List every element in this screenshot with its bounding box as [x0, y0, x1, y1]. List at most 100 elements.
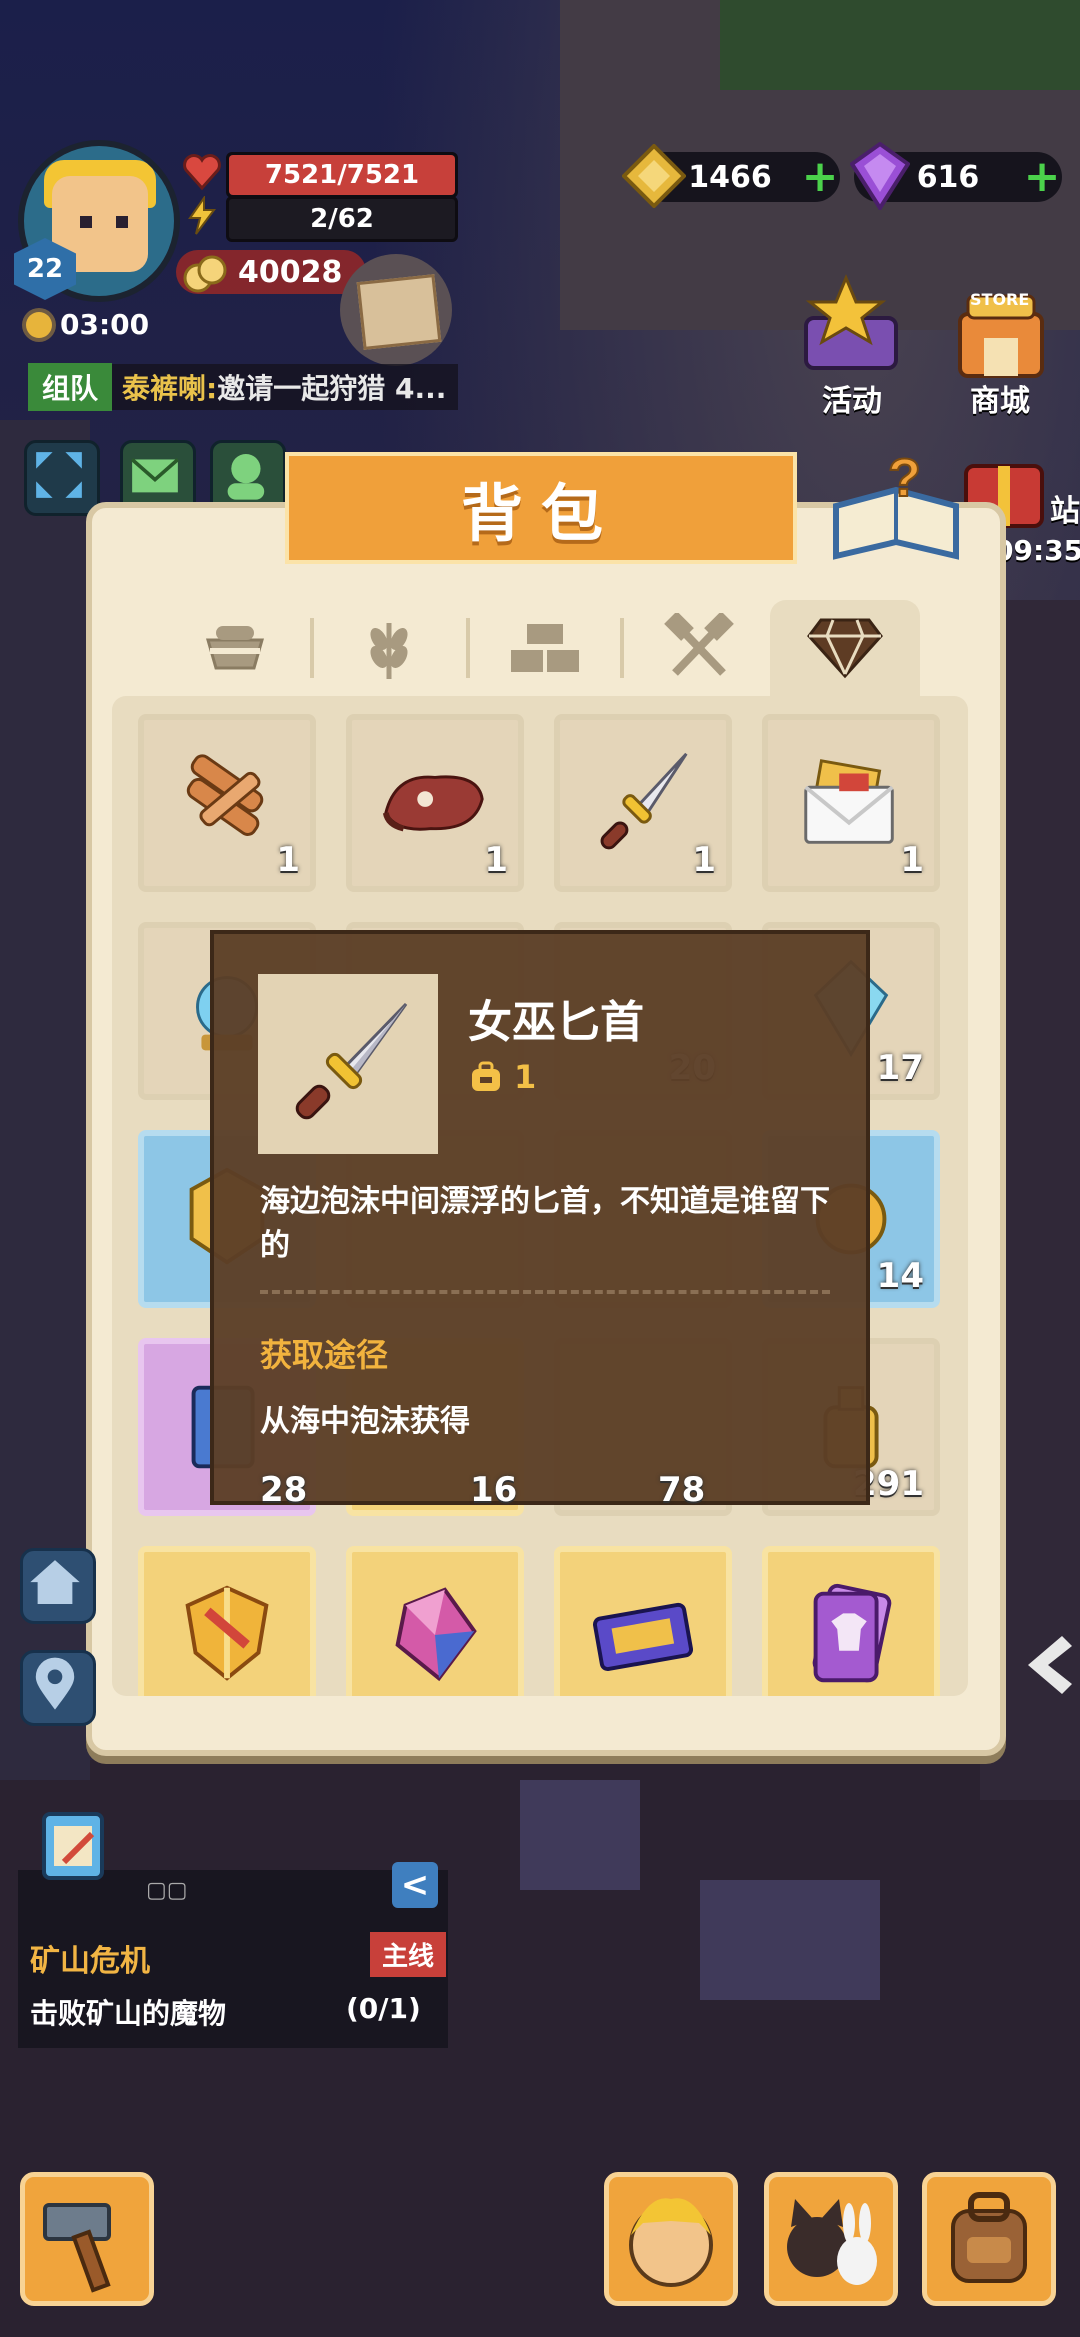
- character-portrait-icon: [629, 2198, 713, 2287]
- coin-pile-icon: [183, 255, 227, 293]
- hp-value: 7521/7521: [264, 160, 420, 190]
- tooltip-divider: [260, 1290, 830, 1294]
- item-count: 1: [484, 840, 508, 880]
- tab-tools[interactable]: [624, 600, 774, 696]
- scroll-right-button[interactable]: [1022, 1630, 1078, 1700]
- tab-crops[interactable]: [314, 600, 464, 696]
- add-gem-button[interactable]: +: [1022, 155, 1062, 199]
- tooltip-owned: 1: [468, 1058, 536, 1096]
- svg-text:?: ?: [888, 448, 921, 508]
- tooltip-source-title: 获取途径: [260, 1336, 389, 1374]
- tooltip-description: 海边泡沫中间漂浮的匕首，不知道是谁留下的: [260, 1184, 830, 1263]
- fullscreen-button[interactable]: [24, 440, 100, 516]
- pets-icon: [787, 2199, 877, 2285]
- inventory-slot[interactable]: [138, 1546, 316, 1696]
- tooltip-owned-count: 1: [514, 1058, 537, 1096]
- hammer-icon: [43, 2203, 111, 2293]
- inventory-slot[interactable]: 1: [554, 714, 732, 892]
- backpack-tabs: [160, 600, 930, 696]
- sun-icon: [26, 311, 52, 338]
- expand-icon: [36, 452, 82, 498]
- lightning-icon: [188, 196, 216, 235]
- avatar-eye: [116, 216, 128, 228]
- location-button[interactable]: [20, 1650, 96, 1726]
- treasure-map-button[interactable]: [340, 254, 452, 366]
- item-tooltip: 女巫匕首 1 海边泡沫中间漂浮的匕首，不知道是谁留下的 获取途径 从海中泡沫获得: [210, 930, 870, 1505]
- quest-collapse-button[interactable]: <: [392, 1862, 438, 1908]
- tools-icon: [664, 613, 734, 676]
- inventory-slot[interactable]: [554, 1546, 732, 1696]
- item-count: 17: [876, 1048, 924, 1088]
- gold-diamond-icon: [622, 144, 686, 208]
- quest-description: 击败矿山的魔物: [30, 1997, 227, 2030]
- backpack-bag-icon: [951, 2192, 1027, 2283]
- friends-icon: [227, 453, 265, 500]
- team-tag: 组队: [28, 363, 113, 411]
- pets-button[interactable]: [764, 2172, 898, 2306]
- item-count: 14: [876, 1256, 924, 1296]
- events-button[interactable]: [796, 272, 906, 382]
- quest-progress: (0/1): [346, 1992, 421, 2025]
- shield-icon: [185, 1585, 269, 1681]
- shop-label: 商城: [970, 384, 1030, 419]
- wheat-icon: [370, 623, 408, 679]
- bowl-icon: [206, 626, 264, 670]
- gem-stone-icon: [395, 1587, 477, 1682]
- add-coin-button[interactable]: +: [800, 155, 840, 199]
- item-count: 1: [692, 840, 716, 880]
- item-count: 1: [276, 840, 300, 880]
- quest-scroll-icon: [42, 1812, 104, 1880]
- quest-dots: ▢▢: [146, 1878, 188, 1903]
- backpack-button[interactable]: [922, 2172, 1056, 2306]
- energy-value: 2/62: [310, 204, 374, 234]
- inventory-slot[interactable]: [762, 1546, 940, 1696]
- team-message: 邀请一起狩猎 4...: [217, 372, 447, 405]
- inventory-slot[interactable]: 1: [762, 714, 940, 892]
- energy-bar: 2/62: [226, 196, 458, 242]
- inventory-slot[interactable]: 1: [138, 714, 316, 892]
- quest-title: 矿山危机: [30, 1944, 150, 1979]
- partial-count: 78: [658, 1470, 706, 1510]
- offstage-timer: 09:35: [994, 534, 1080, 567]
- quest-type-badge: 主线: [370, 1932, 447, 1977]
- mail-icon: [130, 458, 180, 493]
- tab-treasures[interactable]: [770, 600, 920, 696]
- tooltip-item-name: 女巫匕首: [468, 997, 644, 1048]
- home-icon: [30, 1560, 80, 1605]
- help-book-icon[interactable]: ?: [826, 446, 966, 570]
- backpack-title-banner: 背包: [285, 452, 797, 564]
- partial-count: 28: [260, 1470, 308, 1510]
- purple-gem-icon: [850, 142, 910, 210]
- home-button[interactable]: [20, 1548, 96, 1624]
- backpack-icon: [472, 1061, 500, 1091]
- dagger-icon: [600, 752, 688, 850]
- terrain-block: [700, 1880, 880, 2000]
- heart-icon: [183, 154, 221, 191]
- partial-count: 16: [470, 1470, 518, 1510]
- game-clock: 03:00: [26, 308, 149, 341]
- location-pin-icon: [35, 1657, 75, 1710]
- build-button[interactable]: [20, 2172, 154, 2306]
- ticket-icon: [592, 1602, 694, 1672]
- tab-food[interactable]: [160, 600, 310, 696]
- tab-materials[interactable]: [470, 600, 620, 696]
- character-button[interactable]: [604, 2172, 738, 2306]
- terrain-block: [520, 1780, 640, 1890]
- avatar-eye: [80, 216, 92, 228]
- inventory-slot[interactable]: 1: [346, 714, 524, 892]
- team-player-name: 泰裤喇:: [122, 372, 218, 405]
- gold-value: 40028: [238, 254, 343, 290]
- team-invite-bar[interactable]: 组队 泰裤喇: 邀请一起狩猎 4...: [28, 363, 458, 411]
- inventory-slot[interactable]: [346, 1546, 524, 1696]
- wood-logs-icon: [186, 754, 264, 836]
- bricks-icon: [511, 624, 579, 672]
- tooltip-item-frame: [258, 974, 438, 1154]
- item-count: 1: [900, 840, 924, 880]
- offstage-label: 站: [1050, 494, 1080, 529]
- dagger-icon: [295, 1002, 408, 1120]
- events-label: 活动: [822, 384, 882, 419]
- map-scroll-icon: [356, 274, 442, 350]
- chevron-left-icon: [1028, 1636, 1072, 1694]
- clock-value: 03:00: [60, 308, 150, 341]
- backpack-title: 背包: [460, 477, 621, 550]
